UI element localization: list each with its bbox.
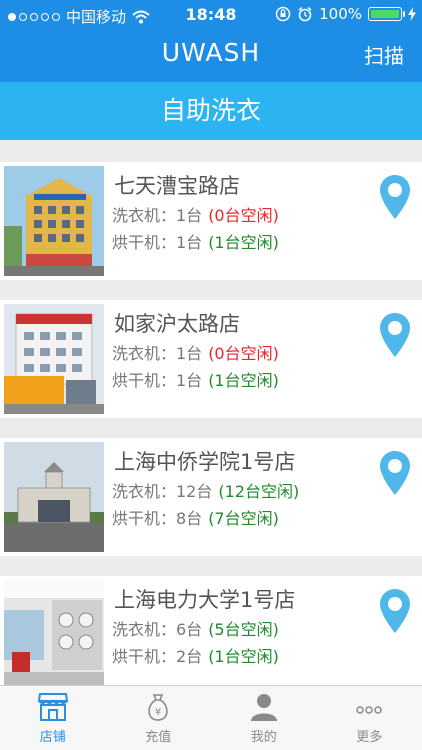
dryer-info: 烘干机：8台 (7台空闲) xyxy=(112,505,279,529)
svg-text:¥: ¥ xyxy=(155,707,161,718)
tab-store[interactable]: 店铺 xyxy=(0,686,106,750)
washer-count: 洗衣机：1台 xyxy=(112,206,203,225)
store-photo xyxy=(4,166,104,276)
washer-info: 洗衣机：12台 (12台空闲) xyxy=(112,478,299,502)
more-icon xyxy=(356,706,382,714)
tab-bar: 店铺 ¥ 充值 我的 更多 xyxy=(0,685,422,750)
washer-count: 洗衣机：6台 xyxy=(112,620,203,639)
washer-count: 洗衣机：12台 xyxy=(112,482,213,501)
tab-label: 店铺 xyxy=(39,730,66,745)
dryer-free-count: (1台空闲) xyxy=(208,233,279,252)
store-list-item[interactable]: 上海中侨学院1号店 洗衣机：12台 (12台空闲) 烘干机：8台 (7台空闲) xyxy=(0,438,422,556)
scan-button[interactable]: 扫描 xyxy=(364,40,404,69)
dryer-count: 烘干机：8台 xyxy=(112,509,203,528)
dryer-free-count: (1台空闲) xyxy=(208,647,279,666)
location-pin-icon[interactable] xyxy=(378,450,412,496)
tab-label: 充值 xyxy=(145,730,172,745)
dryer-info: 烘干机：1台 (1台空闲) xyxy=(112,367,279,391)
nav-bar: 中国移动 18:48 100% UWASH 扫描 xyxy=(0,0,422,82)
alarm-icon xyxy=(298,6,312,22)
store-photo xyxy=(4,442,104,552)
app-title: UWASH xyxy=(161,38,261,67)
money-bag-icon: ¥ xyxy=(148,694,168,721)
location-pin-icon[interactable] xyxy=(378,312,412,358)
dryer-count: 烘干机：1台 xyxy=(112,233,203,252)
user-icon xyxy=(250,694,277,721)
status-bar: 中国移动 18:48 100% xyxy=(0,0,422,30)
tab-more[interactable]: 更多 xyxy=(317,686,422,750)
store-photo xyxy=(4,580,104,685)
battery-percent: 100% xyxy=(319,5,362,23)
tab-recharge[interactable]: ¥ 充值 xyxy=(106,686,212,750)
washer-free-count: (12台空闲) xyxy=(218,482,300,501)
tab-mine[interactable]: 我的 xyxy=(211,686,317,750)
washer-info: 洗衣机：1台 (0台空闲) xyxy=(112,340,279,364)
store-list-item[interactable]: 七天漕宝路店 洗衣机：1台 (0台空闲) 烘干机：1台 (1台空闲) xyxy=(0,162,422,280)
tab-label: 我的 xyxy=(250,730,277,745)
store-photo xyxy=(4,304,104,414)
store-name: 上海电力大学1号店 xyxy=(114,588,296,612)
page-title: 自助洗衣 xyxy=(0,82,422,140)
location-pin-icon[interactable] xyxy=(378,588,412,634)
dryer-count: 烘干机：1台 xyxy=(112,371,203,390)
dryer-count: 烘干机：2台 xyxy=(112,647,203,666)
store-name: 上海中侨学院1号店 xyxy=(114,450,296,474)
location-pin-icon[interactable] xyxy=(378,174,412,220)
washer-info: 洗衣机：1台 (0台空闲) xyxy=(112,202,279,226)
battery-icon xyxy=(368,7,405,21)
washer-info: 洗衣机：6台 (5台空闲) xyxy=(112,616,279,640)
tab-label: 更多 xyxy=(356,730,383,745)
store-icon xyxy=(37,693,68,721)
store-name: 如家沪太路店 xyxy=(114,312,240,336)
dryer-info: 烘干机：2台 (1台空闲) xyxy=(112,643,279,667)
washer-free-count: (0台空闲) xyxy=(208,206,279,225)
store-list[interactable]: 七天漕宝路店 洗衣机：1台 (0台空闲) 烘干机：1台 (1台空闲) 如家沪太路… xyxy=(0,140,422,685)
dryer-free-count: (7台空闲) xyxy=(208,509,279,528)
store-name: 七天漕宝路店 xyxy=(114,174,240,198)
washer-free-count: (0台空闲) xyxy=(208,344,279,363)
dryer-free-count: (1台空闲) xyxy=(208,371,279,390)
washer-free-count: (5台空闲) xyxy=(208,620,279,639)
washer-count: 洗衣机：1台 xyxy=(112,344,203,363)
charging-bolt-icon xyxy=(408,7,416,21)
store-list-item[interactable]: 如家沪太路店 洗衣机：1台 (0台空闲) 烘干机：1台 (1台空闲) xyxy=(0,300,422,418)
rotation-lock-icon xyxy=(275,6,291,22)
store-list-item[interactable]: 上海电力大学1号店 洗衣机：6台 (5台空闲) 烘干机：2台 (1台空闲) xyxy=(0,576,422,685)
dryer-info: 烘干机：1台 (1台空闲) xyxy=(112,229,279,253)
